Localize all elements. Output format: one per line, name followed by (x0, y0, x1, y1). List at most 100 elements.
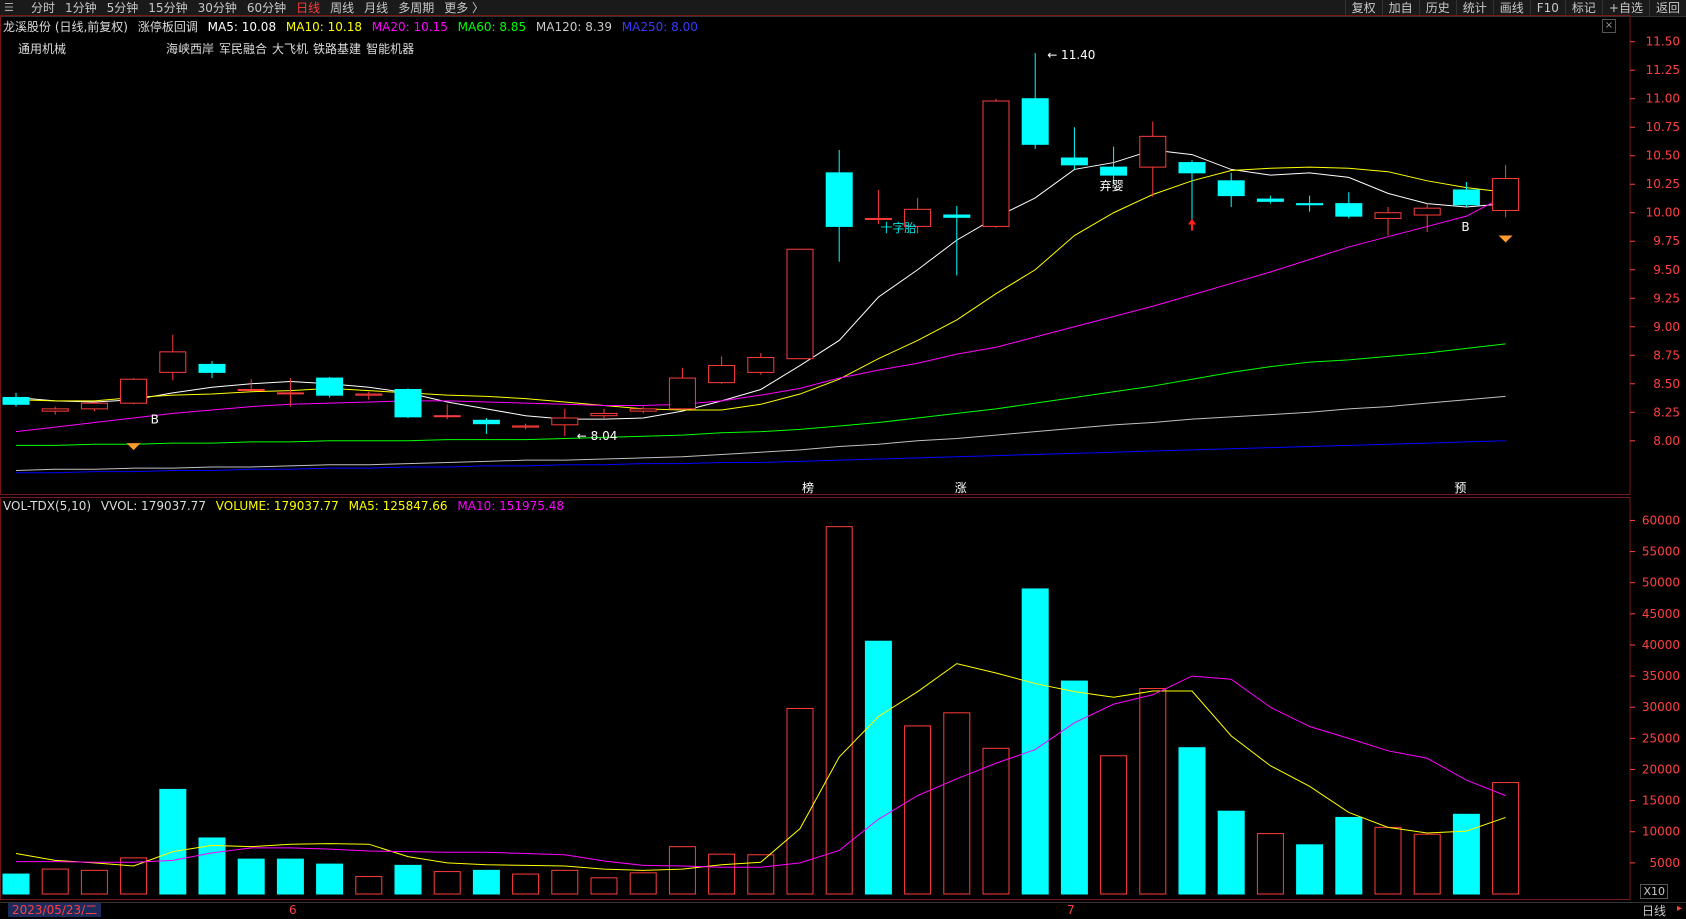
event-bang: 榜 (802, 480, 814, 495)
vol-tick-label-1: 10000 (1642, 825, 1680, 839)
volume-bar-4 (159, 788, 187, 895)
volume-bar-10 (394, 864, 422, 895)
diamond-icon-1 (126, 443, 141, 451)
low-price-label: ← 8.04 (577, 429, 618, 443)
volume-bar-26 (1021, 588, 1049, 895)
candle-body-5 (198, 363, 226, 373)
candle-body-19 (747, 357, 775, 373)
volume-bar-1 (41, 868, 69, 895)
vol-tick-label-9: 50000 (1642, 576, 1680, 590)
main-pane-border (0, 15, 1631, 495)
volume-bar-20 (786, 707, 814, 895)
volume-bar-38 (1492, 782, 1520, 895)
cursor-date: 2023/05/23/二 (8, 903, 102, 917)
volume-bar-31 (1217, 810, 1245, 895)
price-tick-label-3: 8.75 (1653, 348, 1680, 362)
volume-bar-37 (1452, 813, 1480, 895)
price-tick-label-14: 11.50 (1646, 35, 1680, 49)
volume-bar-34 (1335, 816, 1363, 895)
candle-body-21 (825, 172, 853, 227)
candle-body-7 (276, 392, 304, 395)
candle-body-27 (1060, 157, 1088, 166)
candle-body-0 (2, 396, 30, 405)
vol-tick-label-10: 55000 (1642, 545, 1680, 559)
zoom-label[interactable]: X10 (1640, 884, 1668, 899)
volume-bar-8 (316, 863, 344, 895)
price-tick-label-4: 9.00 (1653, 320, 1680, 334)
diamond-icon-2 (1498, 235, 1513, 243)
volume-bar-24 (943, 712, 971, 895)
candle-body-22 (864, 217, 892, 220)
high-price-label: ← 11.40 (1047, 48, 1095, 62)
ma-line-ma250 (16, 440, 1506, 474)
volume-bar-33 (1296, 844, 1324, 895)
vol-tick-label-0: 5000 (1649, 856, 1680, 870)
buy-signal-b-2: B (1461, 220, 1469, 234)
candle-body-34 (1335, 203, 1363, 217)
month-mark-7: 7 (1067, 903, 1075, 917)
vol-tick-label-11: 60000 (1642, 513, 1680, 527)
volume-bar-15 (590, 877, 618, 895)
candle-body-1 (41, 408, 69, 412)
candle-body-17 (668, 377, 696, 410)
vol-tick-label-6: 35000 (1642, 669, 1680, 683)
price-tick-label-10: 10.50 (1646, 149, 1680, 163)
event-zhang: 涨 (955, 480, 967, 495)
candle-body-24 (943, 214, 971, 218)
candle-body-9 (355, 393, 383, 396)
price-tick-label-5: 9.25 (1653, 291, 1680, 305)
price-tick-label-13: 11.25 (1646, 63, 1680, 77)
candle-body-4 (159, 351, 187, 373)
volume-bar-36 (1413, 833, 1441, 895)
price-tick-label-11: 10.75 (1646, 120, 1680, 134)
volume-bar-30 (1178, 747, 1206, 895)
candle-body-35 (1374, 212, 1402, 219)
candle-body-29 (1139, 135, 1167, 168)
candle-body-37 (1452, 189, 1480, 206)
event-yu: 预 (1454, 481, 1466, 495)
candle-body-3 (120, 378, 148, 404)
volume-bar-21 (825, 526, 853, 895)
ma-line-ma5 (15, 149, 1506, 420)
ma-line-ma20 (15, 195, 1506, 433)
candle-body-8 (316, 377, 344, 396)
volume-bar-0 (2, 873, 30, 895)
candle-body-15 (590, 412, 618, 417)
volume-bar-19 (747, 854, 775, 895)
volume-bar-3 (120, 857, 148, 895)
candle-body-38 (1492, 178, 1520, 211)
vol-tick-label-5: 30000 (1642, 700, 1680, 714)
volume-bar-32 (1256, 833, 1284, 895)
price-tick-label-8: 10.00 (1646, 206, 1680, 220)
candle-body-33 (1296, 203, 1324, 206)
volume-bar-23 (904, 725, 932, 895)
candle-body-25 (982, 100, 1010, 227)
candle-body-30 (1178, 162, 1206, 174)
pattern-shizixing: 十字胎 (880, 220, 916, 235)
volume-bar-2 (80, 869, 108, 895)
candle-body-14 (551, 417, 579, 426)
volume-bar-16 (629, 872, 657, 895)
period-label[interactable]: 日线 (1642, 902, 1666, 919)
volume-bar-11 (433, 871, 461, 895)
volume-bar-22 (864, 640, 892, 895)
volume-bar-27 (1060, 680, 1088, 895)
vol-tick-label-3: 20000 (1642, 762, 1680, 776)
volume-bar-7 (276, 858, 304, 895)
vol-tick-label-7: 40000 (1642, 638, 1680, 652)
price-tick-label-6: 9.50 (1653, 263, 1680, 277)
volume-bar-29 (1139, 688, 1167, 895)
time-axis-bar (0, 902, 1686, 919)
kline-chart[interactable]: 8.00 8.25 8.50 8.75 9.00 9.25 9.50 9.75 10.00 10.… (0, 0, 1686, 902)
volume-bar-17 (668, 846, 696, 895)
candle-body-16 (629, 408, 657, 412)
volume-bar-12 (472, 869, 500, 895)
candle-body-18 (708, 365, 736, 384)
vol-tick-label-8: 45000 (1642, 607, 1680, 621)
expand-icon[interactable]: ▸ (1677, 903, 1682, 914)
price-tick-label-7: 9.75 (1653, 234, 1680, 248)
candle-body-6 (237, 388, 265, 391)
candle-body-20 (786, 248, 814, 360)
candle-body-10 (394, 388, 422, 418)
price-tick-label-2: 8.50 (1653, 377, 1680, 391)
